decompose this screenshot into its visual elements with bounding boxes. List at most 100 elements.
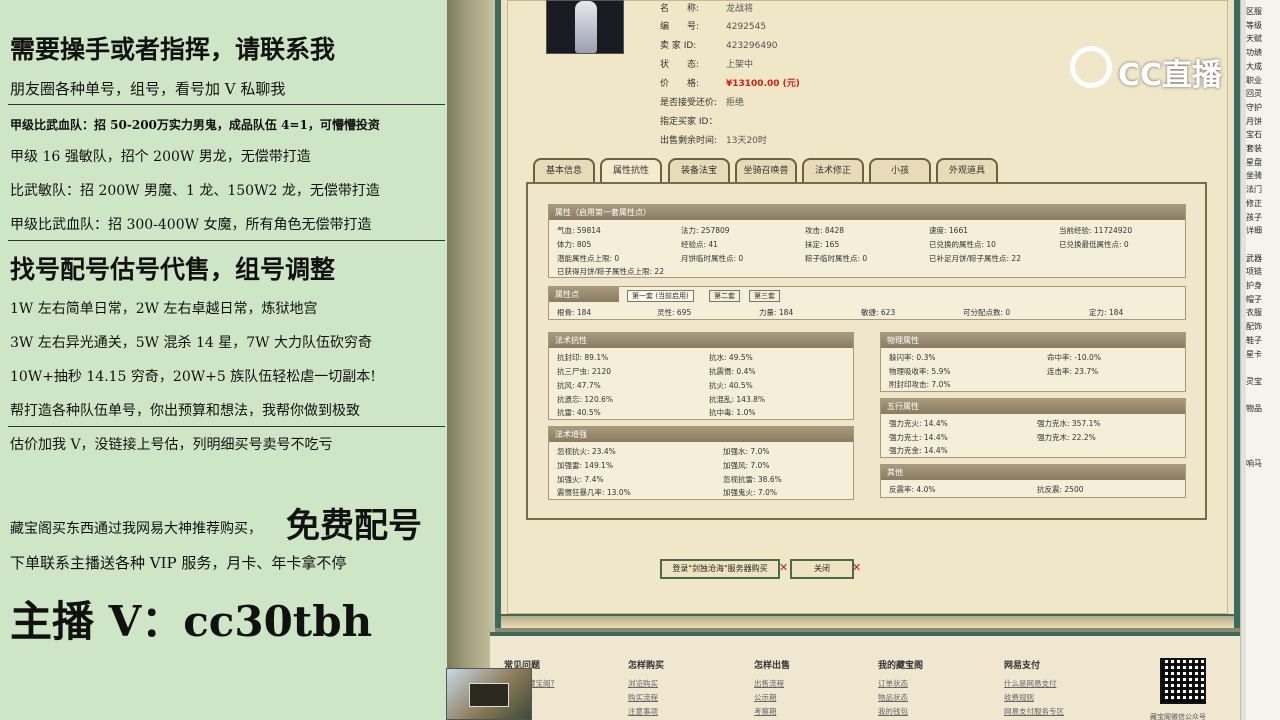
footer-link[interactable]: 浏览购买	[628, 678, 658, 689]
side-row: 星盘	[1246, 157, 1262, 167]
footer-link[interactable]: 购买流程	[628, 692, 658, 703]
footer-link[interactable]: 订单状态	[878, 678, 908, 689]
close-x-icon[interactable]: ✕	[779, 561, 788, 574]
footer-heading: 我的藏宝阁	[878, 661, 924, 671]
boost-cell: 加强雷: 149.1%	[557, 461, 614, 470]
points-tab-3[interactable]: 第三套	[749, 290, 780, 302]
tab-appearance[interactable]: 外观道具	[936, 158, 998, 184]
promo-line: 比武敏队：招 200W 男魔、1 龙、150W2 龙，无偿带打造	[10, 183, 380, 199]
footer-link[interactable]: 我的钱包	[878, 706, 908, 717]
logo-text: CC直播	[1118, 58, 1223, 93]
tab-child[interactable]: 小孩	[869, 158, 931, 184]
tab-mounts[interactable]: 坐骑召唤兽	[735, 158, 797, 184]
side-row: 套装	[1246, 144, 1262, 153]
promo-line: 藏宝阁买东西通过我网易大神推荐购买，	[10, 521, 262, 537]
tab-spell-mod[interactable]: 法术修正	[802, 158, 864, 184]
footer-link[interactable]: 网易支付服务专区	[1004, 706, 1064, 717]
tab-equipment[interactable]: 装备法宝	[668, 158, 730, 184]
boost-cell: 加强鬼火: 7.0%	[723, 488, 777, 497]
divider	[8, 240, 445, 241]
other-cell: 反震率: 4.0%	[889, 485, 936, 494]
side-row: 衣服	[1246, 308, 1262, 318]
promo-line: 帮打造各种队伍单号，你出预算和想法，我帮你做到极致	[10, 403, 360, 419]
points-cell: 定力: 184	[1089, 308, 1124, 317]
points-cell: 根骨: 184	[557, 308, 592, 317]
side-row: 大成	[1246, 61, 1262, 71]
promo-line: 3W 左右异光通关，5W 混杀 14 星，7W 大力队伍砍穷奇	[10, 335, 372, 351]
attribute-section: 属性（启用第一套属性点） 气血: 59814 法力: 257809 攻击: 84…	[548, 204, 1186, 278]
boost-cell: 震慑狂暴几率: 13.0%	[557, 488, 631, 497]
side-row: 守护	[1246, 102, 1262, 112]
attr-cell: 当前经验: 11724920	[1059, 226, 1133, 235]
points-cell: 敏捷: 623	[861, 308, 896, 317]
attr-cell: 潜能属性点上限: 0	[557, 254, 620, 263]
info-buyer: 指定买家 ID：	[660, 117, 718, 127]
footer-link[interactable]: 公示期	[754, 692, 777, 703]
info-status: 状 态: 上架中	[660, 60, 754, 70]
points-tab-2[interactable]: 第二套	[709, 290, 740, 302]
attr-cell: 已兑换最低属性点: 0	[1059, 240, 1129, 249]
res-cell: 抗水: 49.5%	[709, 353, 753, 362]
attr-cell: 抹定: 165	[805, 240, 840, 249]
points-cell: 灵性: 695	[657, 308, 692, 317]
boost-cell: 忽视抗雷: 38.6%	[723, 475, 782, 484]
side-row: 回灵	[1246, 89, 1262, 99]
thumbnail-inner	[469, 683, 509, 707]
five-cell: 强力克土: 14.4%	[889, 433, 948, 442]
cc-live-logo: CC直播	[1070, 42, 1240, 93]
attr-note: 已获得月饼/粽子属性点上限: 22	[557, 267, 664, 276]
side-row: 区服	[1246, 7, 1262, 16]
attr-cell: 粽子临时属性点: 0	[805, 254, 868, 263]
other-cell: 抗反震: 2500	[1037, 485, 1084, 494]
res-cell: 抗风: 47.7%	[557, 381, 601, 390]
footer-link[interactable]: 物品状态	[878, 692, 908, 703]
attr-cell: 已补足月饼/粽子属性点: 22	[929, 254, 1021, 263]
five-cell: 强力克木: 22.2%	[1037, 433, 1096, 442]
points-cell: 可分配点数: 0	[963, 308, 1011, 317]
footer-link[interactable]: 收费规则	[1004, 692, 1034, 703]
info-name: 名 称: 龙战将	[660, 4, 754, 14]
close-x-icon[interactable]: ✕	[852, 561, 861, 574]
res-cell: 抗雷: 40.5%	[557, 408, 601, 417]
info-seller: 卖 家 ID: 423296490	[660, 41, 778, 51]
attr-cell: 法力: 257809	[681, 226, 730, 235]
site-footer: 常见问题 怎样购买 怎样出售 我的藏宝阁 网易支付 藏宝阁? 浏览购买 购买流程…	[490, 632, 1242, 720]
promo-line: 朋友圈各种单号，组号，看号加 V 私聊我	[10, 80, 286, 98]
promo-line: 1W 左右简单日常，2W 左右卓越日常，炼狱地宫	[10, 301, 318, 317]
footer-link[interactable]: 注意事项	[628, 706, 658, 717]
section-header: 法术增强	[549, 427, 853, 442]
divider	[8, 104, 445, 105]
side-row: 详细	[1246, 226, 1262, 236]
attr-cell: 经验点: 41	[681, 240, 718, 249]
footer-link[interactable]: 考察期	[754, 706, 777, 717]
res-cell: 抗中毒: 1.0%	[709, 408, 756, 417]
points-tab-1[interactable]: 第一套 (当前启用)	[627, 290, 694, 302]
info-id: 编 号: 4292545	[660, 22, 767, 32]
section-header: 物理属性	[881, 333, 1185, 348]
info-bargain: 是否接受还价: 拒绝	[660, 98, 745, 108]
info-price: 价 格: ¥13100.00 (元)	[660, 79, 800, 89]
side-row: 鞋子	[1246, 335, 1262, 345]
footer-link[interactable]: 什么是网易支付	[1004, 678, 1057, 689]
promo-highlight: 免费配号	[286, 506, 422, 546]
attr-cell: 月饼临时属性点: 0	[681, 254, 744, 263]
stream-thumbnail	[446, 668, 532, 720]
login-server-buy-button[interactable]: 登录"剑独沧海"服务器购买	[660, 559, 780, 579]
footer-link[interactable]: 出售流程	[754, 678, 784, 689]
resistance-section: 法术抗性 抗封印: 89.1% 抗水: 49.5% 抗三尸虫: 2120 抗震慑…	[548, 332, 854, 420]
section-header: 属性点	[549, 287, 619, 302]
close-button[interactable]: 关闭	[790, 559, 854, 579]
tab-attributes[interactable]: 属性抗性	[600, 158, 662, 184]
side-row: 配饰	[1246, 322, 1262, 332]
promo-line: 需要操手或者指挥，请联系我	[10, 35, 336, 64]
points-cell: 力量: 184	[759, 308, 794, 317]
res-cell: 抗封印: 89.1%	[557, 353, 609, 362]
tab-basic[interactable]: 基本信息	[533, 158, 595, 184]
side-row: 灵宝	[1246, 376, 1262, 386]
side-row: 护身	[1246, 281, 1262, 290]
physical-section: 物理属性 躲闪率: 0.3% 命中率: -10.0% 物理吸收率: 5.9% 连…	[880, 332, 1186, 392]
side-row: 月饼	[1246, 116, 1262, 126]
promo-line: 找号配号估号代售，组号调整	[10, 255, 336, 284]
promo-line: 下单联系主播送各种 VIP 服务，月卡、年卡拿不停	[10, 554, 347, 572]
side-row: 坐骑	[1246, 171, 1262, 181]
